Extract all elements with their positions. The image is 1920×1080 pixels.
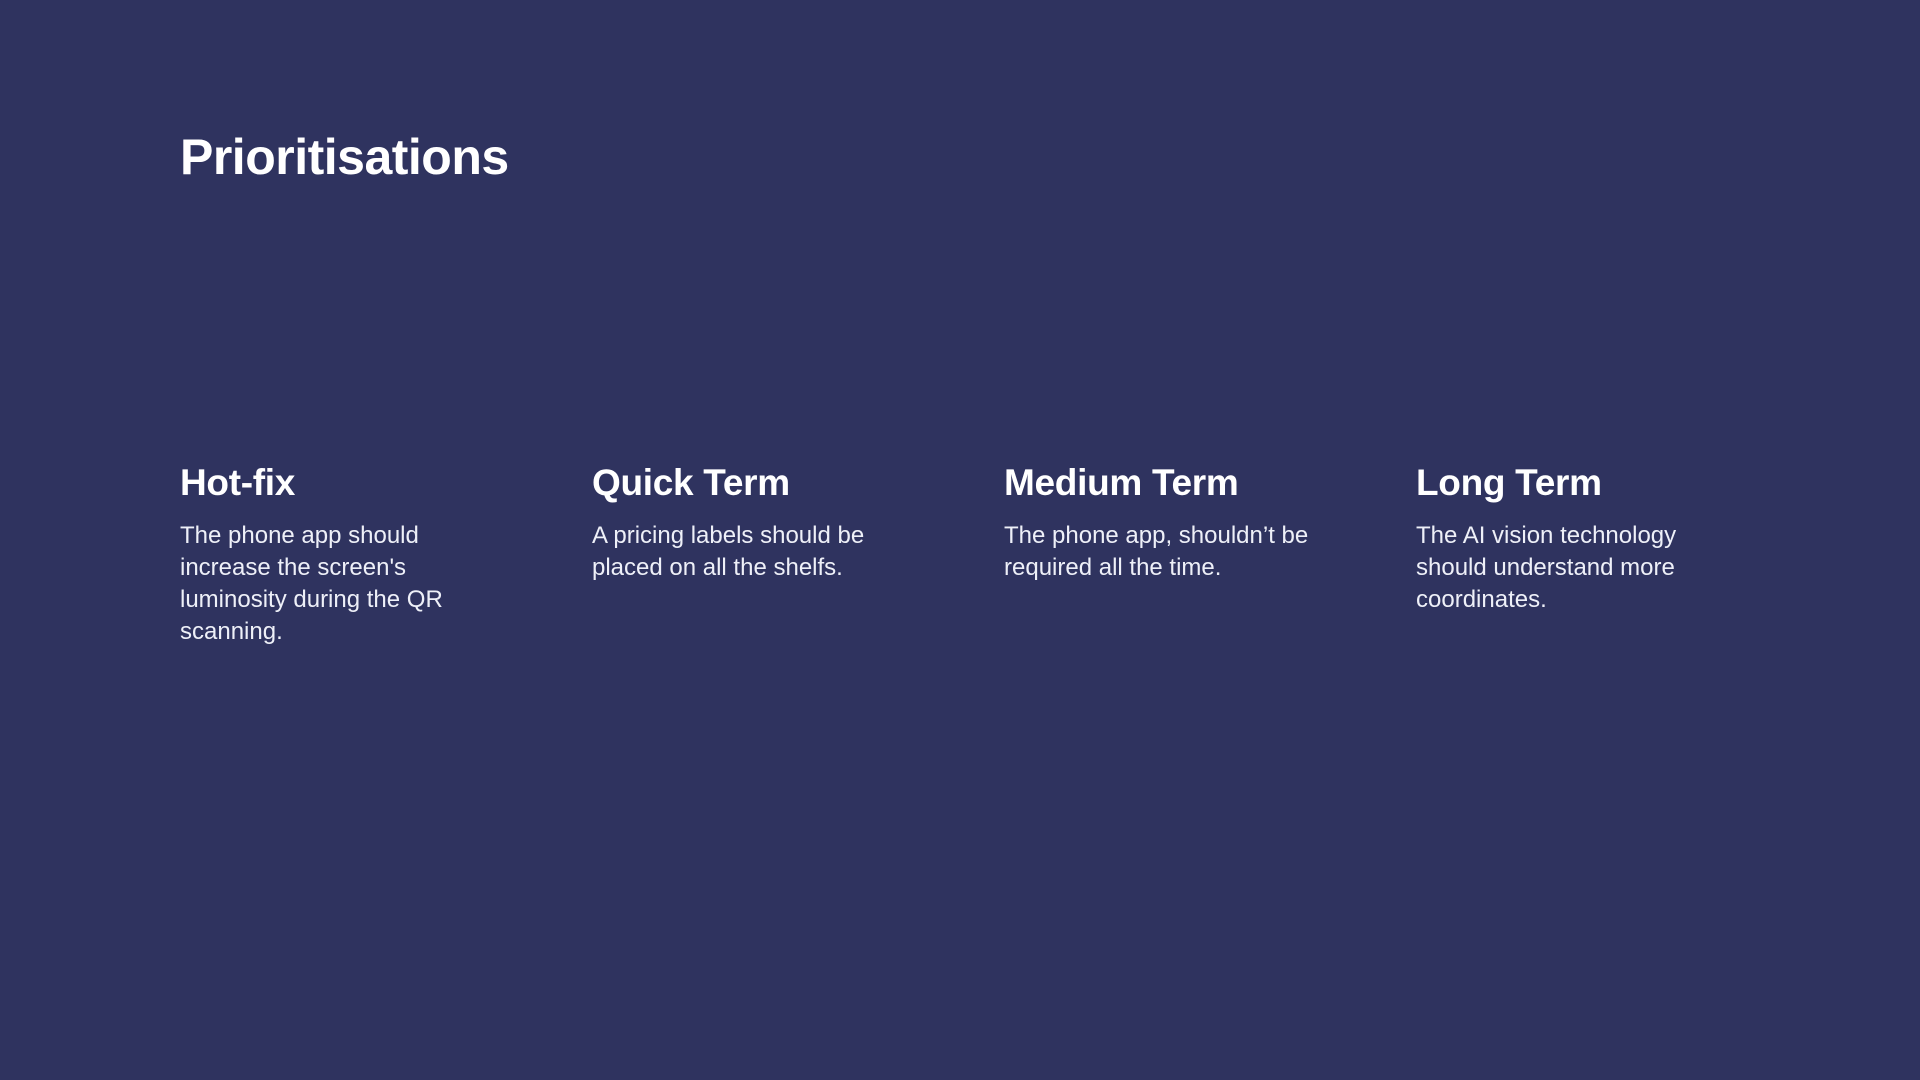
column-heading: Long Term: [1416, 462, 1602, 503]
slide: Prioritisations Hot-fix The phone app sh…: [0, 0, 1920, 1080]
priority-column-hotfix: Hot-fix The phone app should increase th…: [180, 456, 592, 648]
column-heading: Medium Term: [1004, 462, 1239, 503]
priority-column-long-term: Long Term The AI vision technology shoul…: [1416, 456, 1828, 648]
priority-column-medium-term: Medium Term The phone app, shouldn’t be …: [1004, 456, 1416, 648]
column-description: The phone app, shouldn’t be required all…: [1004, 522, 1309, 581]
priority-columns: Hot-fix The phone app should increase th…: [180, 456, 1830, 648]
column-description: A pricing labels should be placed on all…: [592, 522, 865, 581]
page-title: Prioritisations: [180, 129, 509, 185]
column-description: The AI vision technology should understa…: [1416, 522, 1677, 613]
priority-column-quick-term: Quick Term A pricing labels should be pl…: [592, 456, 1004, 648]
column-heading: Hot-fix: [180, 462, 296, 503]
column-heading: Quick Term: [592, 462, 790, 503]
column-description: The phone app should increase the screen…: [180, 522, 443, 645]
